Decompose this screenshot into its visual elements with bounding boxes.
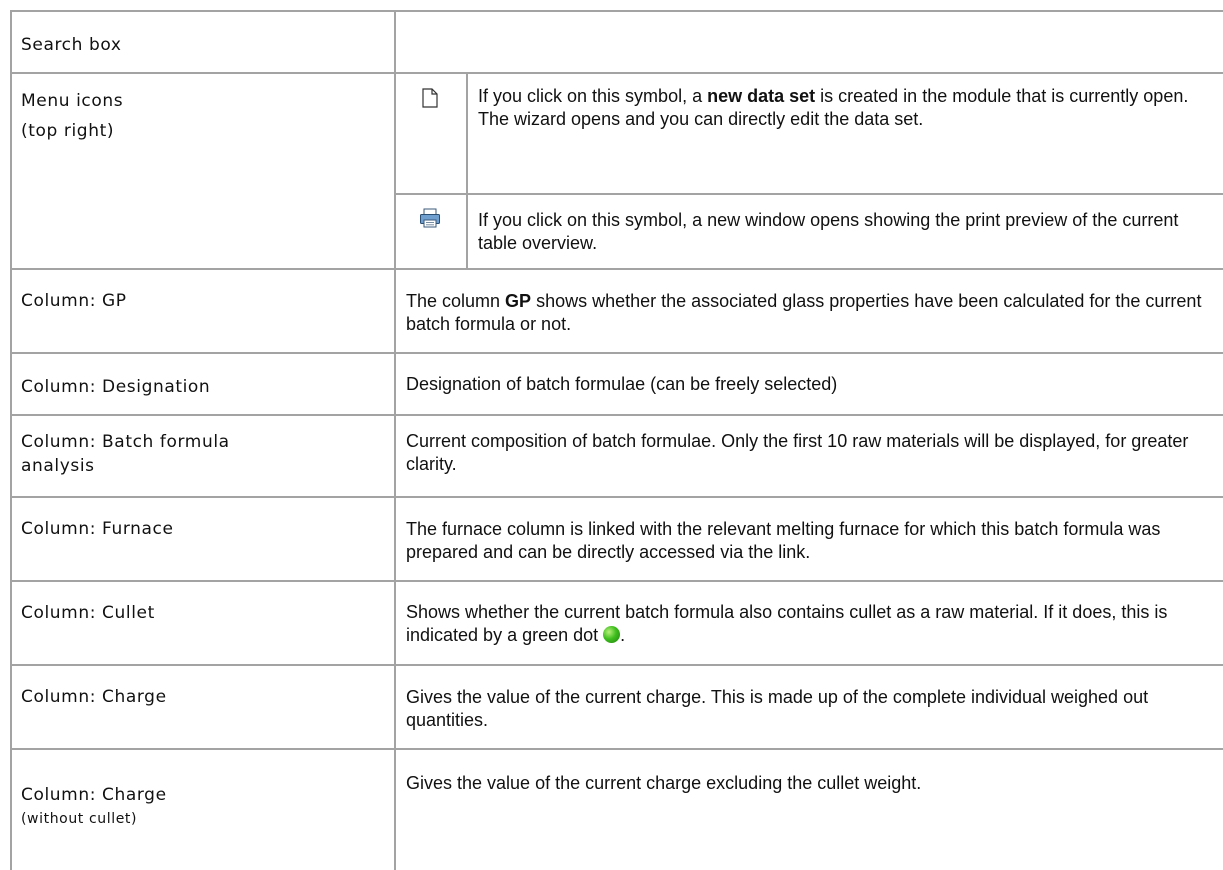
furnace-description: The furnace column is linked with the re… bbox=[406, 519, 1161, 562]
row-label: Column: GP bbox=[21, 291, 127, 311]
row-label-sub: analysis bbox=[21, 456, 95, 476]
row-column-furnace: Column: Furnace The furnace column is li… bbox=[12, 498, 1223, 582]
row-label: Column: Cullet bbox=[21, 603, 155, 623]
row-column-designation: Column: Designation Designation of batch… bbox=[12, 354, 1223, 416]
designation-description: Designation of batch formulae (can be fr… bbox=[406, 374, 838, 394]
row-column-gp: Column: GP The column GP shows whether t… bbox=[12, 270, 1223, 354]
printer-icon bbox=[419, 208, 441, 233]
print-preview-description: If you click on this symbol, a new windo… bbox=[478, 210, 1179, 253]
row-label: Column: Charge bbox=[21, 785, 167, 805]
row-label: Column: Designation bbox=[21, 377, 211, 397]
row-label-sub: (top right) bbox=[21, 121, 115, 141]
row-menu-icons: Menu icons (top right) If you click on t… bbox=[12, 74, 1223, 270]
row-column-charge-without-cullet: Column: Charge (without cullet) Gives th… bbox=[12, 750, 1223, 870]
analysis-description: Current composition of batch formulae. O… bbox=[406, 431, 1189, 474]
charge-description: Gives the value of the current charge. T… bbox=[406, 687, 1149, 730]
row-label: Search box bbox=[21, 35, 122, 55]
row-column-charge: Column: Charge Gives the value of the cu… bbox=[12, 666, 1223, 750]
row-search-box: Search box bbox=[12, 12, 1223, 74]
new-data-set-description: If you click on this symbol, a new data … bbox=[478, 86, 1189, 129]
green-dot-icon bbox=[603, 626, 621, 643]
row-label: Column: Batch formula bbox=[21, 432, 230, 452]
row-column-cullet: Column: Cullet Shows whether the current… bbox=[12, 582, 1223, 666]
charge-without-cullet-description: Gives the value of the current charge ex… bbox=[406, 773, 922, 793]
gp-description: The column GP shows whether the associat… bbox=[406, 291, 1202, 334]
cullet-description: Shows whether the current batch formula … bbox=[406, 602, 1168, 645]
row-label: Column: Furnace bbox=[21, 519, 174, 539]
help-table: Search box Menu icons (top right) If you… bbox=[10, 10, 1223, 870]
row-label: Menu icons bbox=[21, 91, 124, 111]
new-document-icon bbox=[422, 88, 438, 113]
row-column-analysis: Column: Batch formula analysis Current c… bbox=[12, 416, 1223, 498]
row-label: Column: Charge bbox=[21, 687, 167, 707]
row-label-sub: (without cullet) bbox=[21, 811, 138, 827]
